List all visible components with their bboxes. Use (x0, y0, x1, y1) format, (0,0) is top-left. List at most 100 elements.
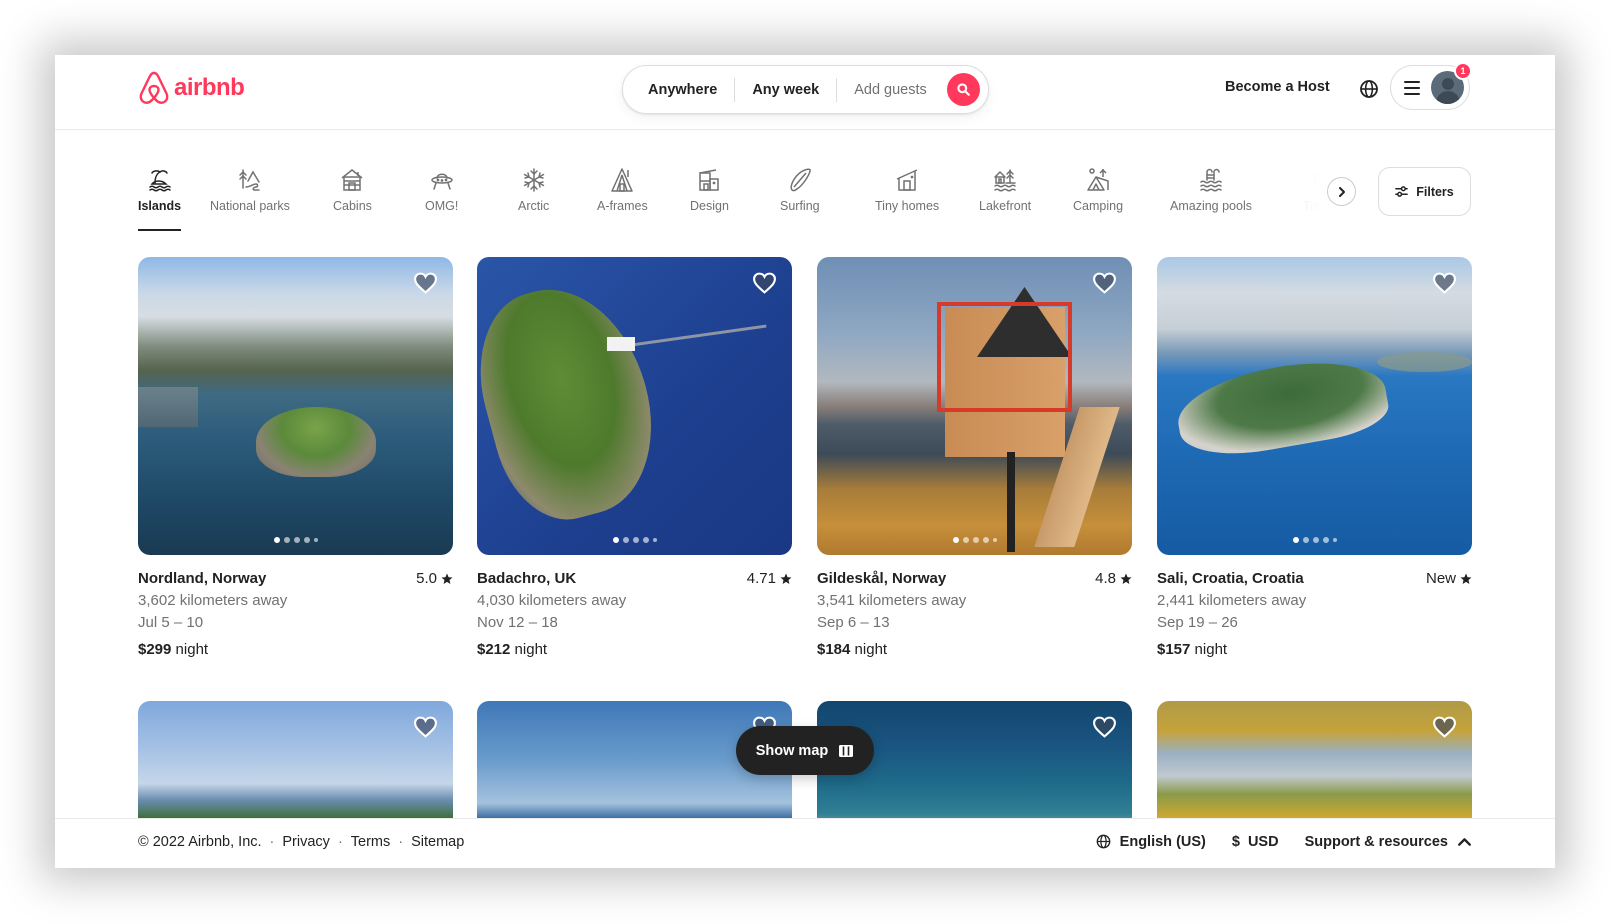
airbnb-belo-icon (139, 71, 169, 104)
listing-price: $184 night (817, 641, 888, 658)
listing-price: $212 night (477, 641, 548, 658)
photo-carousel-dots (952, 537, 997, 543)
listing-price: $299 night (138, 641, 209, 658)
currency-symbol: $ (1231, 833, 1240, 850)
listing-photo[interactable] (1157, 257, 1472, 555)
category-surfing[interactable]: Surfing (780, 155, 820, 235)
top-header: airbnb Anywhere Any week Add guests Beco… (55, 55, 1555, 130)
search-icon (957, 83, 970, 96)
photo-carousel-dots (612, 537, 657, 543)
heart-icon[interactable] (1092, 271, 1117, 295)
category-next-button[interactable] (1327, 177, 1356, 206)
category-a-frames[interactable]: A-frames (597, 155, 648, 235)
tent-icon (1087, 168, 1109, 191)
listing-distance: 4,030 kilometers away (477, 592, 627, 609)
listing-price: $157 night (1157, 641, 1228, 658)
category-tiny-homes[interactable]: Tiny homes (875, 155, 939, 235)
language-label: English (US) (1119, 833, 1206, 850)
heart-icon[interactable] (752, 271, 777, 295)
filters-button[interactable]: Filters (1378, 167, 1471, 216)
listing-dates: Sep 19 – 26 (1157, 614, 1238, 631)
browser-page: airbnb Anywhere Any week Add guests Beco… (55, 55, 1555, 868)
listing-card[interactable]: Gildeskål, Norway 4.8 3,541 kilometers a… (817, 257, 1132, 658)
globe-icon (1096, 834, 1111, 849)
language-selector[interactable]: English (US) (1095, 833, 1206, 850)
show-map-button[interactable]: Show map (736, 726, 874, 775)
logo-wordmark: airbnb (174, 74, 245, 101)
listing-distance: 2,441 kilometers away (1157, 592, 1307, 609)
map-icon (839, 744, 854, 757)
category-bar: Islands National parks Cabins OMG! Arcti… (138, 155, 1378, 235)
a-frame-icon (611, 168, 634, 192)
heart-icon[interactable] (1092, 715, 1117, 739)
copyright-text: © 2022 Airbnb, Inc. (138, 834, 262, 850)
show-map-label: Show map (755, 742, 829, 759)
listing-rating: 4.71 (747, 569, 792, 588)
footer: © 2022 Airbnb, Inc. · Privacy · Terms · … (55, 818, 1555, 868)
star-icon (1120, 573, 1132, 584)
airbnb-logo[interactable]: airbnb (138, 71, 245, 105)
category-camping[interactable]: Camping (1073, 155, 1123, 235)
photo-carousel-dots (1292, 537, 1337, 543)
filters-sliders-icon (1395, 186, 1409, 197)
star-icon (780, 573, 792, 584)
hamburger-menu-icon (1404, 80, 1420, 95)
listing-card[interactable]: Badachro, UK 4.71 4,030 kilometers away … (477, 257, 792, 658)
chevron-right-icon (1338, 186, 1345, 197)
search-bar[interactable]: Anywhere Any week Add guests (622, 65, 989, 114)
notification-badge: 1 (1454, 62, 1472, 80)
sitemap-link[interactable]: Sitemap (411, 834, 464, 850)
category-amazing-pools[interactable]: Amazing pools (1170, 155, 1252, 235)
lakefront-icon (994, 169, 1016, 192)
category-national-parks[interactable]: National parks (210, 155, 290, 235)
become-a-host-link[interactable]: Become a Host (1225, 79, 1330, 95)
listing-dates: Sep 6 – 13 (817, 614, 890, 631)
national-park-icon (239, 169, 260, 191)
currency-selector[interactable]: $ USD (1232, 834, 1279, 850)
tiny-home-icon (896, 169, 918, 191)
heart-icon[interactable] (1432, 271, 1457, 295)
listing-title: Nordland, Norway (138, 570, 267, 587)
privacy-link[interactable]: Privacy (282, 834, 330, 850)
listing-photo[interactable] (138, 257, 453, 555)
ufo-icon (430, 173, 453, 190)
listing-rating: 5.0 (416, 569, 453, 588)
search-submit-button[interactable] (947, 73, 980, 106)
listing-distance: 3,602 kilometers away (138, 592, 288, 609)
design-icon (699, 169, 720, 191)
listing-photo[interactable] (477, 257, 792, 555)
listing-title: Badachro, UK (477, 570, 577, 587)
category-omg[interactable]: OMG! (425, 155, 458, 235)
currency-label: USD (1247, 833, 1279, 850)
category-islands[interactable]: Islands (138, 155, 182, 235)
listing-dates: Jul 5 – 10 (138, 614, 204, 631)
pool-icon (1200, 168, 1222, 192)
snowflake-icon (523, 168, 544, 192)
category-design[interactable]: Design (690, 155, 729, 235)
listing-card[interactable]: Sali, Croatia, Croatia New 2,441 kilomet… (1157, 257, 1472, 658)
category-lakefront[interactable]: Lakefront (979, 155, 1031, 235)
star-icon (1460, 573, 1472, 584)
footer-separator: · (269, 834, 275, 850)
heart-icon[interactable] (1432, 715, 1457, 739)
listing-rating: New (1426, 569, 1472, 588)
listing-photo[interactable] (817, 257, 1132, 555)
island-icon (148, 170, 171, 192)
chevron-up-icon (1458, 838, 1471, 846)
listing-card[interactable]: Nordland, Norway 5.0 3,602 kilometers aw… (138, 257, 453, 658)
globe-icon[interactable] (1358, 78, 1380, 100)
listing-distance: 3,541 kilometers away (817, 592, 967, 609)
terms-link[interactable]: Terms (351, 834, 390, 850)
search-location-button[interactable]: Anywhere (623, 82, 734, 98)
filters-label: Filters (1416, 184, 1454, 199)
category-arctic[interactable]: Arctic (518, 155, 549, 235)
listing-title: Sali, Croatia, Croatia (1157, 570, 1304, 587)
search-guests-button[interactable]: Add guests (837, 82, 944, 98)
heart-icon[interactable] (413, 715, 438, 739)
listing-rating: 4.8 (1095, 569, 1132, 588)
star-icon (441, 573, 453, 584)
support-resources-button[interactable]: Support & resources (1305, 833, 1473, 850)
heart-icon[interactable] (413, 271, 438, 295)
search-dates-button[interactable]: Any week (735, 82, 836, 98)
category-cabins[interactable]: Cabins (333, 155, 372, 235)
